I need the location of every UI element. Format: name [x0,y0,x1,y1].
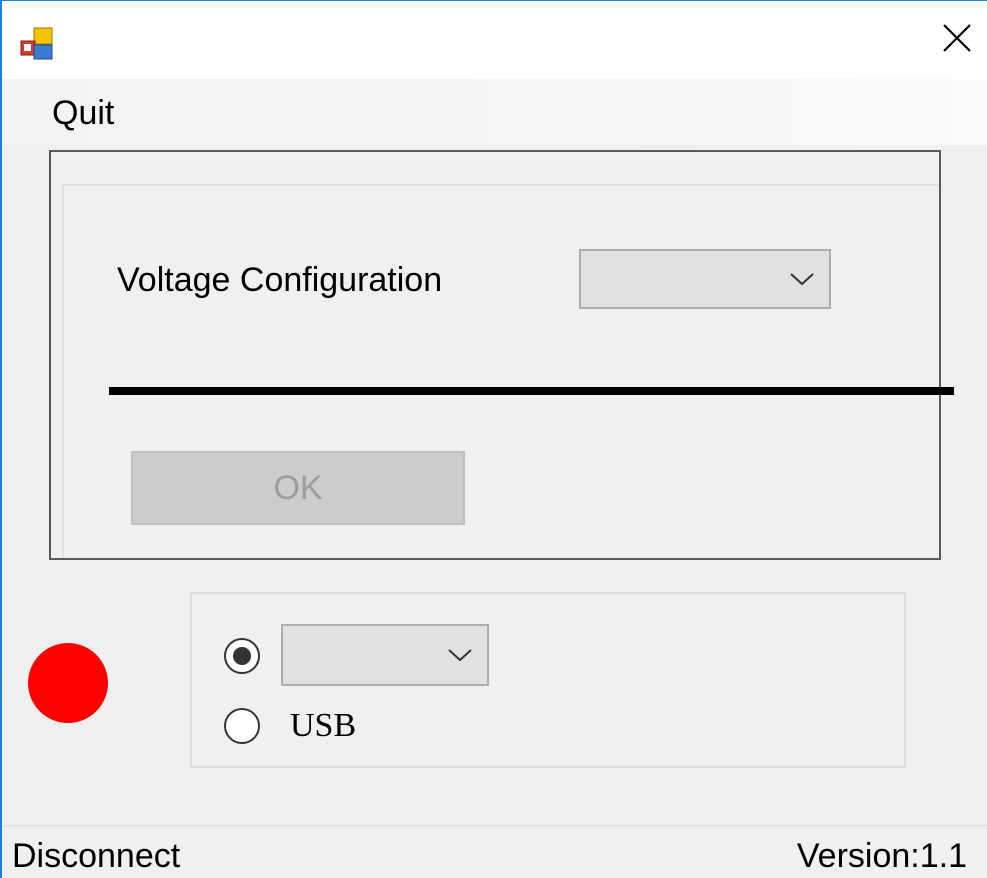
radio-selected-dot [233,647,251,665]
app-icon [18,25,56,63]
voltage-configuration-dropdown[interactable] [579,249,831,309]
connection-status-indicator [28,643,108,723]
usb-radio-label[interactable]: USB [290,706,356,746]
serial-port-radio[interactable] [224,638,260,674]
close-icon [942,23,972,58]
voltage-configuration-label: Voltage Configuration [117,261,443,299]
chevron-down-icon [789,272,815,286]
close-button[interactable] [926,9,987,71]
status-bar-separator [2,825,987,827]
menu-item-quit[interactable]: Quit [52,93,114,133]
connection-status-text: Disconnect [12,837,181,875]
port-dropdown[interactable] [281,624,489,686]
usb-radio[interactable] [224,708,260,744]
voltage-config-panel: Voltage Configuration OK [62,184,954,558]
voltage-config-group: Voltage Configuration OK [49,150,954,560]
divider [109,387,954,395]
menu-bar: Quit [2,79,987,145]
title-bar [2,1,987,79]
chevron-down-icon [447,648,473,662]
connection-group: USB [190,592,906,768]
version-text: Version:1.1 [796,837,967,875]
ok-button[interactable]: OK [131,451,465,525]
